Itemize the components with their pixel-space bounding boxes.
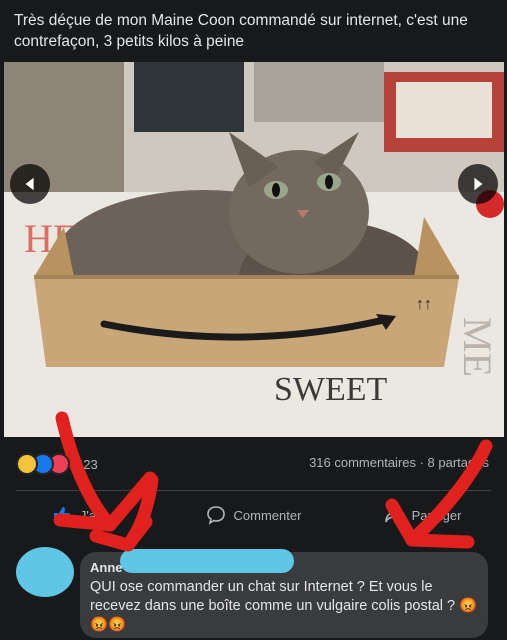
comments-shares-count[interactable]: 316 commentaires · 8 partages xyxy=(309,455,489,470)
like-button[interactable]: J'aime xyxy=(0,496,169,534)
haha-reaction-icon xyxy=(16,453,38,475)
comment-icon xyxy=(206,506,225,525)
divider xyxy=(16,490,491,491)
comment-text: QUI ose commander un chat sur Internet ?… xyxy=(90,578,482,635)
comment-body: QUI ose commander un chat sur Internet ?… xyxy=(90,579,456,614)
like-label: J'aime xyxy=(79,507,118,523)
share-button[interactable]: Partager xyxy=(338,496,507,534)
svg-text:↑↑: ↑↑ xyxy=(416,296,432,313)
reaction-count: 423 xyxy=(76,456,98,472)
redaction-mark xyxy=(120,549,294,573)
comment-bubble: Anne QUI ose commander un chat sur Inter… xyxy=(80,549,488,638)
next-photo-button[interactable] xyxy=(458,164,498,204)
post-stats: 423 316 commentaires · 8 partages xyxy=(0,445,507,481)
share-label: Partager xyxy=(411,507,462,523)
thumbs-up-icon xyxy=(53,507,71,523)
comment-button[interactable]: Commenter xyxy=(169,496,338,534)
comment-label: Commenter xyxy=(233,507,302,523)
post-actions: J'aime Commenter Partager xyxy=(0,496,507,534)
chevron-left-icon xyxy=(25,177,34,191)
post-text: Très déçue de mon Maine Coon commandé su… xyxy=(14,12,468,50)
comment-author[interactable]: Anne xyxy=(90,560,123,575)
placemat-text: SWEET xyxy=(274,371,388,408)
reaction-summary[interactable]: 423 xyxy=(16,453,98,475)
post-photo[interactable]: HE ME ↑↑ SWEET xyxy=(4,62,504,437)
chevron-right-icon xyxy=(474,177,483,191)
share-icon xyxy=(384,507,403,523)
previous-photo-button[interactable] xyxy=(10,164,50,204)
svg-text:ME: ME xyxy=(455,317,500,377)
cat-in-box-illustration: HE ME ↑↑ SWEET xyxy=(4,62,504,437)
commenter-avatar[interactable] xyxy=(16,547,74,597)
